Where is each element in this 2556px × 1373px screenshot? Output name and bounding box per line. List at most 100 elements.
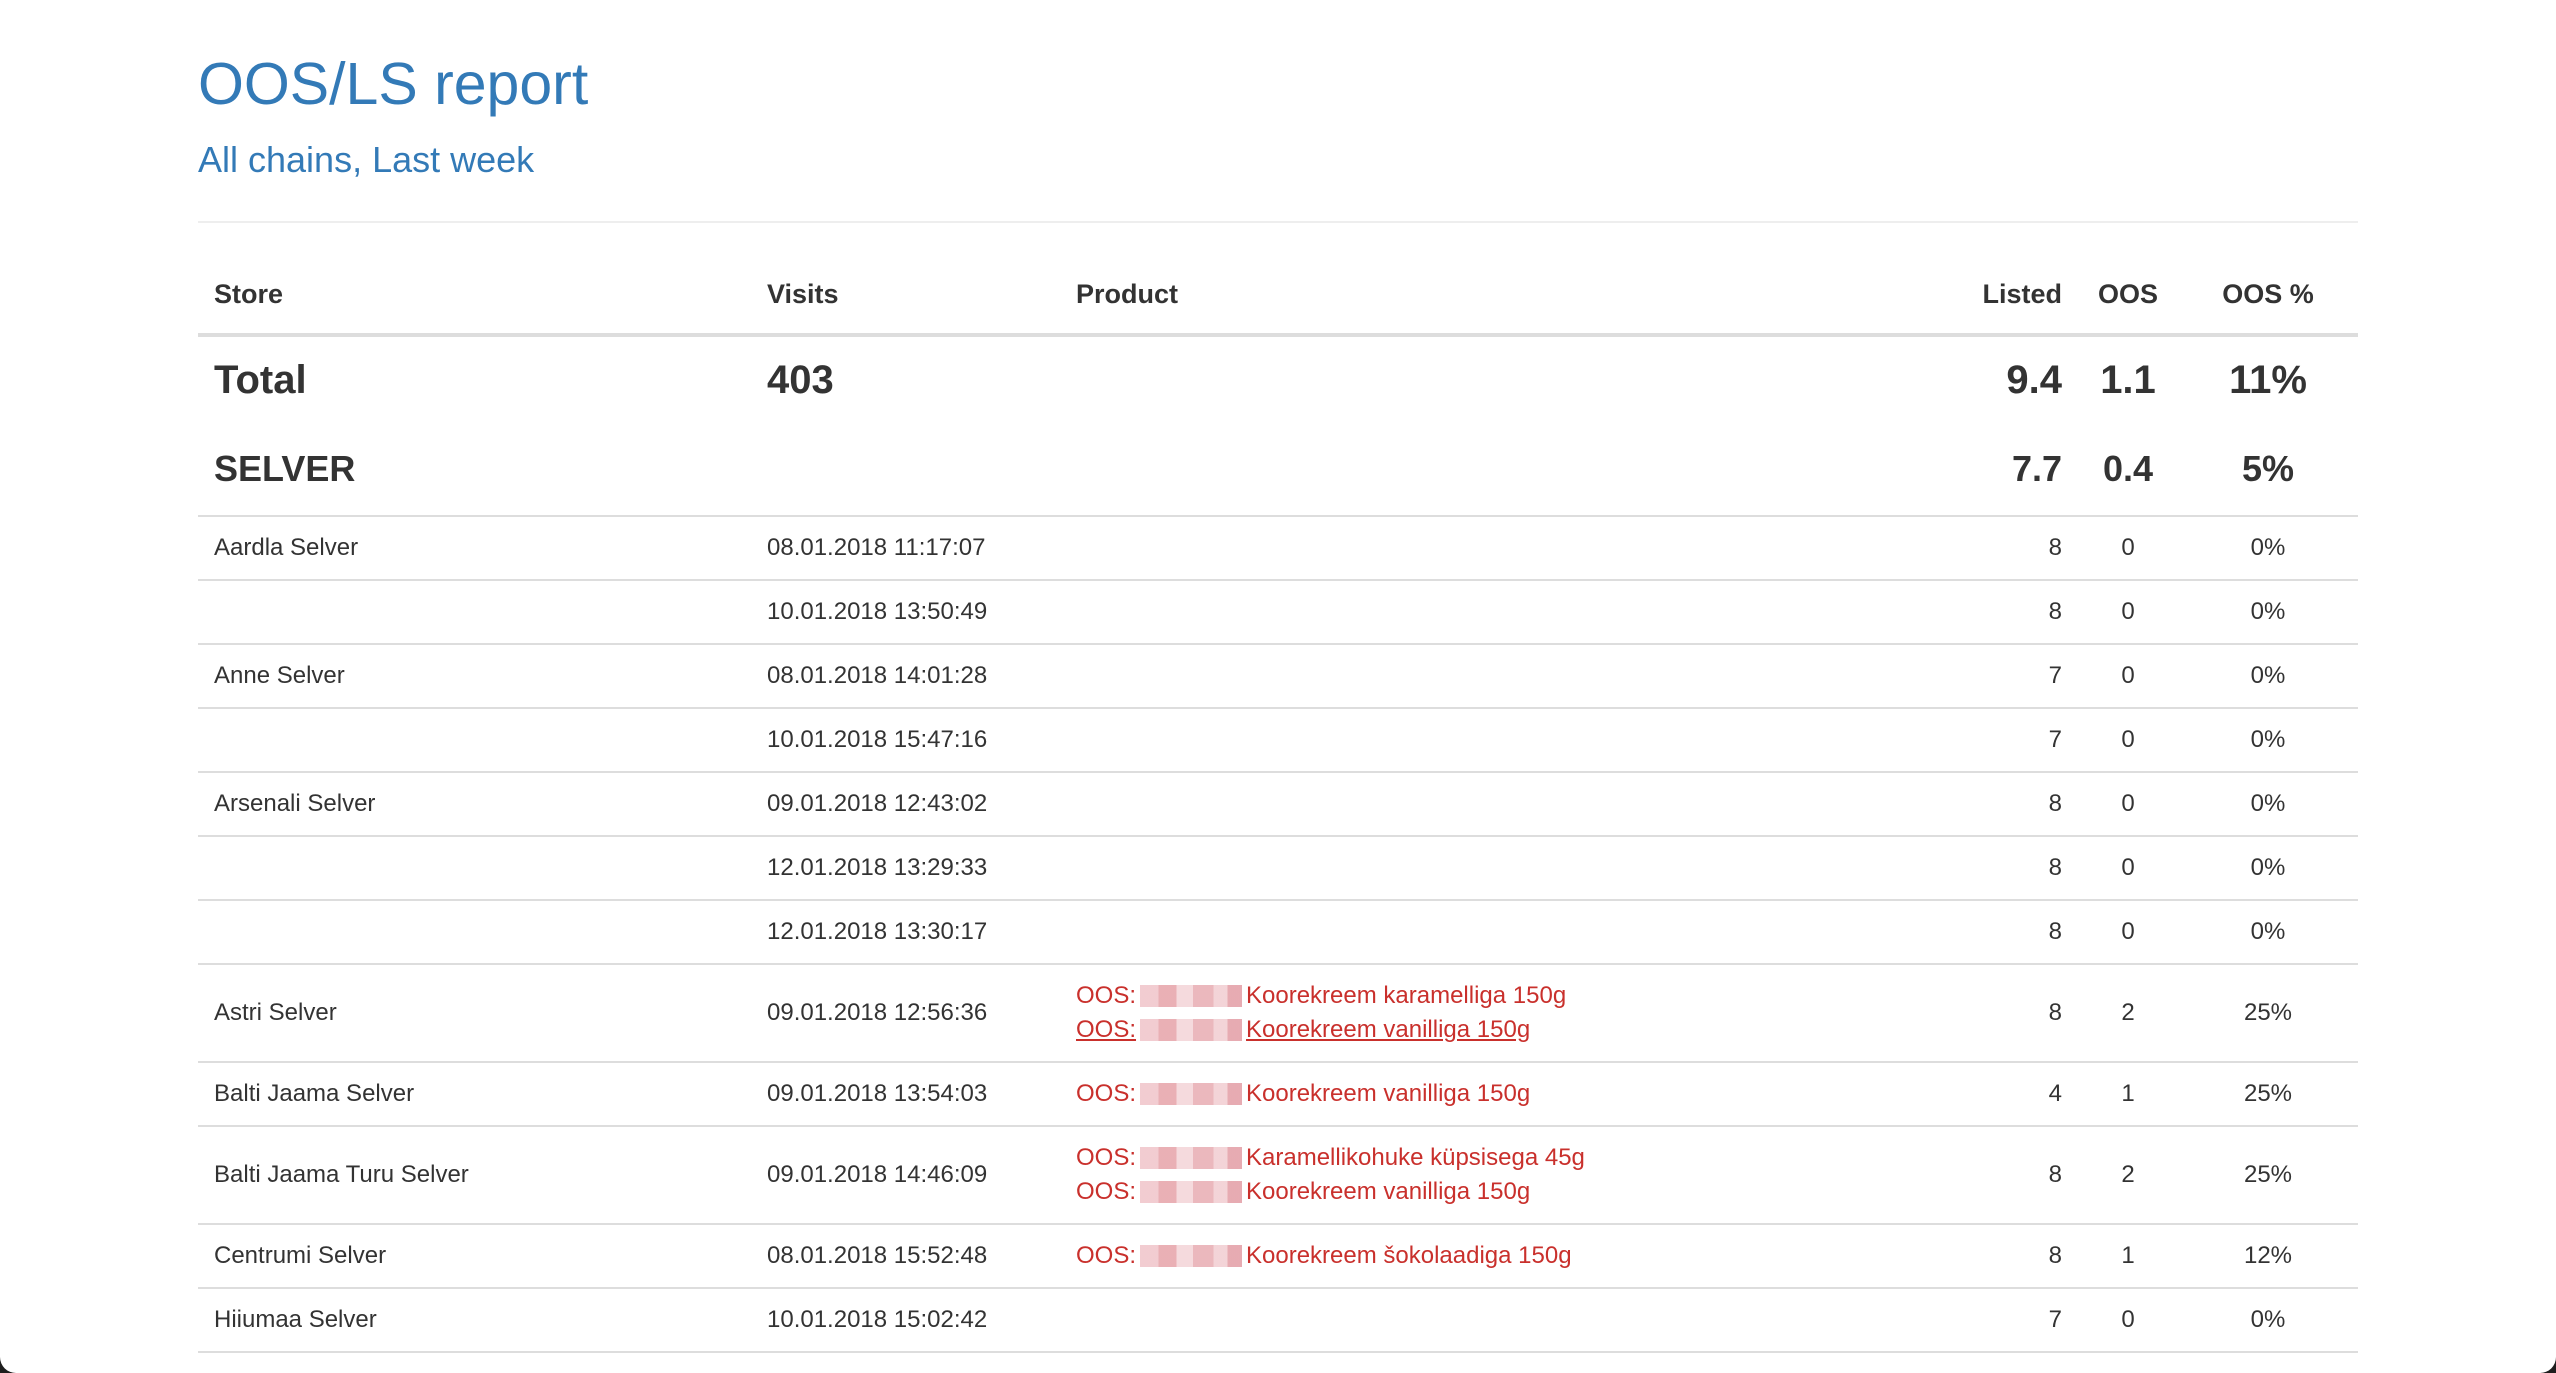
oos-percent-cell: 0% xyxy=(2178,708,2358,773)
oos-count-cell: 0 xyxy=(2078,516,2178,581)
product-cell xyxy=(1060,580,1938,645)
table-row[interactable]: 10.01.2018 15:47:16 7 0 0% xyxy=(198,708,2358,773)
oos-product-link[interactable]: OOS: Karamellikohuke küpsisega 45g xyxy=(1076,1144,1922,1172)
product-cell xyxy=(1060,836,1938,901)
visit-datetime-cell: 10.01.2018 15:02:42 xyxy=(751,1288,1060,1353)
oos-product-link[interactable]: OOS: Koorekreem vanilliga 150g xyxy=(1076,1080,1922,1108)
report-window: OOS/LS report All chains, Last week Stor… xyxy=(0,0,2556,1373)
table-row[interactable]: Arsenali Selver 09.01.2018 12:43:02 8 0 0% xyxy=(198,772,2358,837)
oos-product-link[interactable]: OOS: Koorekreem vanilliga 150g xyxy=(1076,1178,1922,1206)
table-row[interactable]: Balti Jaama Selver 09.01.2018 13:54:03 OOS… xyxy=(198,1062,2358,1127)
store-name-cell xyxy=(198,580,751,645)
oos-count-cell: 1 xyxy=(2078,1062,2178,1127)
product-cell: OOS: Karamellikohuke küpsisega 45g OOS: Koo… xyxy=(1060,1126,1938,1225)
table-header-row: Store Visits Product Listed OOS OOS % xyxy=(198,255,2358,337)
visit-datetime-cell: 12.01.2018 13:29:33 xyxy=(751,836,1060,901)
total-product xyxy=(1060,335,1938,423)
column-header-oos-percent[interactable]: OOS % xyxy=(2178,255,2358,337)
oos-product-link[interactable]: OOS: Koorekreem vanilliga 150g xyxy=(1076,1016,1922,1044)
visit-datetime-cell: 10.01.2018 15:47:16 xyxy=(751,708,1060,773)
oos-percent-cell: 0% xyxy=(2178,516,2358,581)
table-row[interactable]: Hiiumaa Selver 10.01.2018 15:02:42 7 0 0% xyxy=(198,1288,2358,1353)
column-header-oos[interactable]: OOS xyxy=(2078,255,2178,337)
oos-prefix: OOS: xyxy=(1076,1144,1137,1171)
oos-product-link[interactable]: OOS: Koorekreem karamelliga 150g xyxy=(1076,982,1922,1010)
oos-count-cell: 0 xyxy=(2078,772,2178,837)
visit-datetime-cell: 09.01.2018 14:46:09 xyxy=(751,1126,1060,1225)
store-name-cell: Anne Selver xyxy=(198,644,751,709)
column-header-product[interactable]: Product xyxy=(1060,255,1938,337)
store-name-cell: Aardla Selver xyxy=(198,516,751,581)
product-cell xyxy=(1060,644,1938,709)
chain-oos-percent: 5% xyxy=(2178,423,2358,517)
store-name-cell: Arsenali Selver xyxy=(198,772,751,837)
listed-count-cell: 8 xyxy=(1938,580,2078,645)
product-cell xyxy=(1060,900,1938,965)
oos-count-cell: 0 xyxy=(2078,836,2178,901)
table-row[interactable]: 12.01.2018 13:30:17 8 0 0% xyxy=(198,900,2358,965)
oos-percent-cell: 25% xyxy=(2178,1126,2358,1225)
product-cell: OOS: Koorekreem šokolaadiga 150g xyxy=(1060,1224,1938,1289)
oos-report-table: Store Visits Product Listed OOS OOS % To… xyxy=(198,255,2358,1353)
oos-percent-cell: 0% xyxy=(2178,644,2358,709)
oos-count-cell: 0 xyxy=(2078,708,2178,773)
total-oos-percent: 11% xyxy=(2229,357,2307,402)
table-row[interactable]: Balti Jaama Turu Selver 09.01.2018 14:46:… xyxy=(198,1126,2358,1225)
oos-product-name: Koorekreem šokolaadiga 150g xyxy=(1246,1242,1572,1269)
product-cell xyxy=(1060,1288,1938,1353)
visit-datetime-cell: 10.01.2018 13:50:49 xyxy=(751,580,1060,645)
oos-count-cell: 0 xyxy=(2078,1288,2178,1353)
total-listed: 9.4 xyxy=(2006,357,2062,402)
oos-product-name: Karamellikohuke küpsisega 45g xyxy=(1246,1144,1585,1171)
chain-row-selver[interactable]: SELVER 7.7 0.4 5% xyxy=(198,423,2358,517)
oos-product-name: Koorekreem vanilliga 150g xyxy=(1246,1080,1531,1107)
oos-count-cell: 0 xyxy=(2078,900,2178,965)
visit-datetime-cell: 09.01.2018 13:54:03 xyxy=(751,1062,1060,1127)
table-row[interactable]: 10.01.2018 13:50:49 8 0 0% xyxy=(198,580,2358,645)
chain-oos: 0.4 xyxy=(2078,423,2178,517)
table-row[interactable]: Centrumi Selver 08.01.2018 15:52:48 OOS: Ko… xyxy=(198,1224,2358,1289)
visit-datetime-cell: 12.01.2018 13:30:17 xyxy=(751,900,1060,965)
chain-listed: 7.7 xyxy=(1938,423,2078,517)
store-name-cell xyxy=(198,708,751,773)
page-subtitle: All chains, Last week xyxy=(198,139,535,180)
visit-datetime-cell: 09.01.2018 12:43:02 xyxy=(751,772,1060,837)
oos-product-list: OOS: Koorekreem šokolaadiga 150g xyxy=(1076,1242,1922,1270)
oos-percent-cell: 0% xyxy=(2178,836,2358,901)
oos-count-cell: 2 xyxy=(2078,964,2178,1063)
listed-count-cell: 7 xyxy=(1938,644,2078,709)
table-row[interactable]: Astri Selver 09.01.2018 12:56:36 OOS: Koore… xyxy=(198,964,2358,1063)
listed-count-cell: 4 xyxy=(1938,1062,2078,1127)
column-header-listed[interactable]: Listed xyxy=(1938,255,2078,337)
oos-percent-cell: 25% xyxy=(2178,964,2358,1063)
oos-prefix: OOS: xyxy=(1076,982,1137,1009)
table-row[interactable]: Aardla Selver 08.01.2018 11:17:07 8 0 0% xyxy=(198,516,2358,581)
oos-product-list: OOS: Koorekreem karamelliga 150g OOS: Koore… xyxy=(1076,982,1922,1044)
listed-count-cell: 8 xyxy=(1938,772,2078,837)
redacted-brand-block xyxy=(1140,1019,1243,1041)
oos-prefix: OOS: xyxy=(1076,1016,1137,1043)
visit-datetime-cell: 09.01.2018 12:56:36 xyxy=(751,964,1060,1063)
oos-product-link[interactable]: OOS: Koorekreem šokolaadiga 150g xyxy=(1076,1242,1922,1270)
oos-percent-cell: 0% xyxy=(2178,1288,2358,1353)
listed-count-cell: 8 xyxy=(1938,964,2078,1063)
store-name-cell xyxy=(198,900,751,965)
product-cell xyxy=(1060,708,1938,773)
page-title: OOS/LS report xyxy=(198,51,589,117)
oos-product-name: Koorekreem vanilliga 150g xyxy=(1246,1178,1531,1205)
total-row: Total 403 9.4 1.1 11% xyxy=(198,335,2358,423)
listed-count-cell: 7 xyxy=(1938,1288,2078,1353)
table-row[interactable]: 12.01.2018 13:29:33 8 0 0% xyxy=(198,836,2358,901)
product-cell xyxy=(1060,772,1938,837)
total-oos: 1.1 xyxy=(2100,357,2156,402)
column-header-visits[interactable]: Visits xyxy=(751,255,1060,337)
column-header-store[interactable]: Store xyxy=(198,255,751,337)
total-visits: 403 xyxy=(767,357,834,402)
oos-prefix: OOS: xyxy=(1076,1242,1137,1269)
table-row[interactable]: Anne Selver 08.01.2018 14:01:28 7 0 0% xyxy=(198,644,2358,709)
oos-prefix: OOS: xyxy=(1076,1080,1137,1107)
redacted-brand-block xyxy=(1140,1083,1243,1105)
store-name-cell xyxy=(198,836,751,901)
oos-percent-cell: 25% xyxy=(2178,1062,2358,1127)
redacted-brand-block xyxy=(1140,1181,1243,1203)
